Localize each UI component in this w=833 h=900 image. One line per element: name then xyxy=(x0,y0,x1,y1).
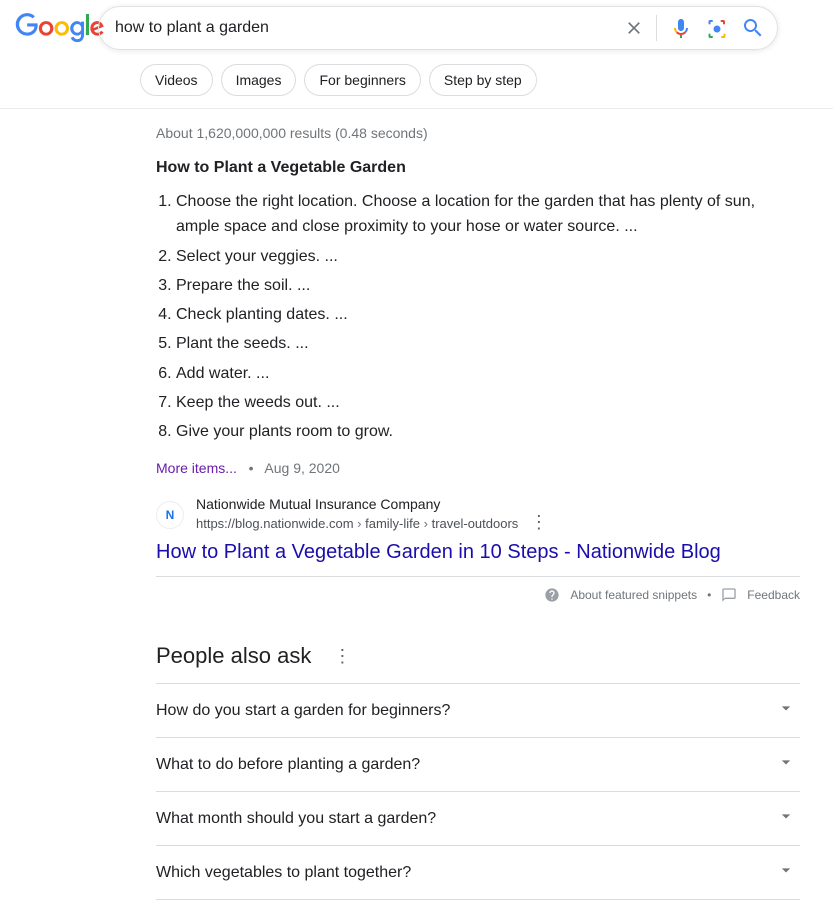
lens-icon[interactable] xyxy=(705,16,729,40)
step-item: Prepare the soil. ... xyxy=(176,271,800,300)
about-featured-snippets-link[interactable]: About featured snippets xyxy=(570,588,697,602)
search-icon[interactable] xyxy=(741,16,765,40)
bullet: • xyxy=(241,460,261,476)
step-item: Plant the seeds. ... xyxy=(176,329,800,358)
filter-chips: Videos Images For beginners Step by step xyxy=(0,50,833,108)
more-vert-icon[interactable]: ⋮ xyxy=(325,646,351,667)
filter-chip-for-beginners[interactable]: For beginners xyxy=(304,64,420,96)
step-item: Check planting dates. ... xyxy=(176,300,800,329)
header xyxy=(0,0,833,50)
help-icon[interactable] xyxy=(544,587,560,603)
step-item: Select your veggies. ... xyxy=(176,242,800,271)
result-stats: About 1,620,000,000 results (0.48 second… xyxy=(156,109,800,159)
divider xyxy=(656,15,657,41)
search-input[interactable] xyxy=(99,19,624,37)
paa-item[interactable]: How do you start a garden for beginners? xyxy=(156,684,800,738)
step-item: Keep the weeds out. ... xyxy=(176,388,800,417)
google-logo[interactable] xyxy=(6,9,98,48)
result-title-link[interactable]: How to Plant a Vegetable Garden in 10 St… xyxy=(156,539,800,576)
more-vert-icon[interactable]: ⋮ xyxy=(522,512,548,532)
paa-item[interactable]: What month should you start a garden? xyxy=(156,792,800,846)
featured-snippet-steps: Choose the right location. Choose a loca… xyxy=(156,187,800,446)
chevron-down-icon xyxy=(776,860,796,885)
result-source: N Nationwide Mutual Insurance Company ht… xyxy=(156,496,800,539)
step-item: Give your plants room to grow. xyxy=(176,417,800,446)
filter-chip-videos[interactable]: Videos xyxy=(140,64,213,96)
step-item: Choose the right location. Choose a loca… xyxy=(176,187,800,242)
filter-chip-images[interactable]: Images xyxy=(221,64,297,96)
results: About 1,620,000,000 results (0.48 second… xyxy=(0,109,800,900)
paa-list: How do you start a garden for beginners?… xyxy=(156,683,800,900)
chevron-down-icon xyxy=(776,698,796,723)
filter-chip-step-by-step[interactable]: Step by step xyxy=(429,64,537,96)
favicon: N xyxy=(156,501,184,529)
more-items-link[interactable]: More items... xyxy=(156,460,237,476)
more-items-row: More items... • Aug 9, 2020 xyxy=(156,446,800,496)
feedback-link[interactable]: Feedback xyxy=(747,588,800,602)
paa-item[interactable]: Which vegetables to plant together? xyxy=(156,846,800,900)
snippet-date: Aug 9, 2020 xyxy=(264,460,340,476)
search-bar xyxy=(98,6,778,50)
mic-icon[interactable] xyxy=(669,16,693,40)
clear-icon[interactable] xyxy=(624,18,644,38)
source-site-name: Nationwide Mutual Insurance Company xyxy=(196,496,548,512)
chevron-down-icon xyxy=(776,806,796,831)
source-url: https://blog.nationwide.com › family-lif… xyxy=(196,512,548,533)
snippet-footer: About featured snippets • Feedback xyxy=(156,576,800,613)
search-icons xyxy=(624,15,777,41)
feedback-icon[interactable] xyxy=(721,587,737,603)
source-text: Nationwide Mutual Insurance Company http… xyxy=(196,496,548,533)
dot-separator: • xyxy=(707,588,711,602)
paa-item[interactable]: What to do before planting a garden? xyxy=(156,738,800,792)
paa-header: People also ask ⋮ xyxy=(156,643,800,683)
chevron-down-icon xyxy=(776,752,796,777)
step-item: Add water. ... xyxy=(176,359,800,388)
featured-snippet-title: How to Plant a Vegetable Garden xyxy=(156,159,800,187)
people-also-ask: People also ask ⋮ How do you start a gar… xyxy=(156,613,800,900)
paa-title: People also ask xyxy=(156,643,311,669)
